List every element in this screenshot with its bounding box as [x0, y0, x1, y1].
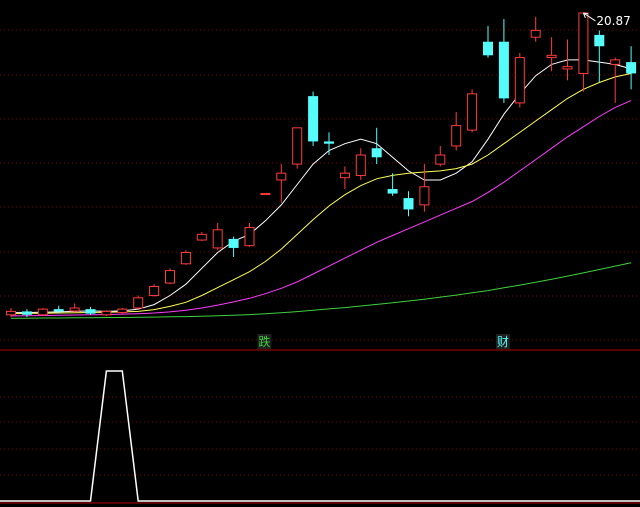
candle[interactable]: [483, 25, 493, 58]
candle-body: [308, 96, 319, 142]
candle-body: [498, 41, 509, 99]
ma-line: [10, 59, 632, 314]
stock-chart[interactable]: 20.87 跌 财: [0, 0, 640, 507]
candle[interactable]: [451, 111, 462, 151]
candle[interactable]: [403, 191, 414, 217]
candle-body: [21, 311, 32, 315]
candle-body: [69, 307, 80, 312]
candle[interactable]: [292, 127, 303, 169]
candle-body: [292, 127, 303, 165]
candle[interactable]: [212, 223, 223, 251]
candle[interactable]: [149, 284, 160, 297]
candle-body: [53, 309, 64, 312]
candle-body: [165, 270, 175, 284]
ma-line: [11, 262, 632, 319]
candle[interactable]: [435, 145, 446, 167]
candle-body: [244, 227, 255, 247]
candle[interactable]: [371, 127, 382, 165]
candle-body: [546, 54, 557, 59]
candle-body: [530, 29, 541, 38]
candle-body: [228, 238, 239, 248]
indicator-grid: [0, 396, 640, 476]
indicator-line: [0, 370, 640, 502]
candle-body: [37, 308, 48, 316]
candle[interactable]: [37, 308, 48, 316]
candle-body: [483, 41, 493, 56]
candle[interactable]: [594, 30, 605, 83]
candle-body: [133, 297, 144, 309]
candle[interactable]: [228, 236, 239, 258]
signal-label-cai: 财: [497, 335, 509, 349]
candle-body: [6, 310, 16, 316]
candle[interactable]: [165, 268, 175, 285]
candle-body: [212, 229, 223, 249]
candle[interactable]: [578, 12, 589, 92]
candle-body: [562, 66, 573, 70]
candle[interactable]: [308, 91, 319, 146]
candle-body: [403, 198, 414, 210]
candle-body: [339, 172, 350, 179]
signal-label-die: 跌: [258, 334, 270, 349]
candle-body: [101, 310, 112, 316]
candle[interactable]: [324, 132, 334, 156]
candle[interactable]: [419, 164, 430, 212]
candle-body: [387, 189, 398, 194]
candle[interactable]: [244, 223, 255, 247]
candle-body: [467, 93, 478, 131]
candle[interactable]: [69, 303, 80, 313]
candle-body: [594, 34, 605, 47]
candle-body: [610, 59, 621, 65]
candle-body: [371, 148, 382, 158]
candle[interactable]: [339, 166, 350, 190]
candle-body: [578, 12, 589, 74]
candle[interactable]: [133, 295, 144, 310]
candle-body: [260, 193, 271, 196]
candle[interactable]: [260, 193, 271, 196]
high-marker: 20.87: [582, 12, 631, 28]
candle[interactable]: [355, 148, 366, 180]
candle-body: [451, 125, 462, 147]
candle[interactable]: [467, 89, 478, 133]
candle-body: [276, 172, 287, 181]
main-grid: [0, 29, 640, 341]
candlesticks[interactable]: [6, 12, 637, 318]
candle[interactable]: [101, 310, 112, 316]
candle[interactable]: [196, 232, 207, 242]
candle-body: [149, 285, 160, 297]
high-price-label: 20.87: [596, 14, 630, 28]
candle[interactable]: [498, 19, 509, 103]
signal-labels: 跌 财: [257, 334, 510, 349]
moving-average-lines: [10, 59, 632, 319]
candle[interactable]: [514, 53, 525, 108]
candle-body: [435, 154, 446, 165]
candle[interactable]: [610, 57, 621, 103]
candle[interactable]: [180, 250, 191, 265]
ma-line: [10, 100, 632, 317]
candle[interactable]: [85, 306, 96, 315]
candle-body: [196, 233, 207, 241]
candle[interactable]: [276, 164, 287, 203]
candle-body: [514, 57, 525, 104]
ma-line: [10, 73, 632, 315]
candle-body: [180, 251, 191, 265]
candle[interactable]: [117, 308, 128, 314]
candle[interactable]: [626, 46, 637, 90]
candle-body: [117, 308, 128, 314]
candle-body: [324, 141, 334, 144]
candle-body: [626, 62, 637, 74]
candle-body: [85, 309, 96, 314]
candle-body: [355, 154, 366, 176]
candle[interactable]: [530, 16, 541, 42]
candle-body: [419, 186, 430, 206]
